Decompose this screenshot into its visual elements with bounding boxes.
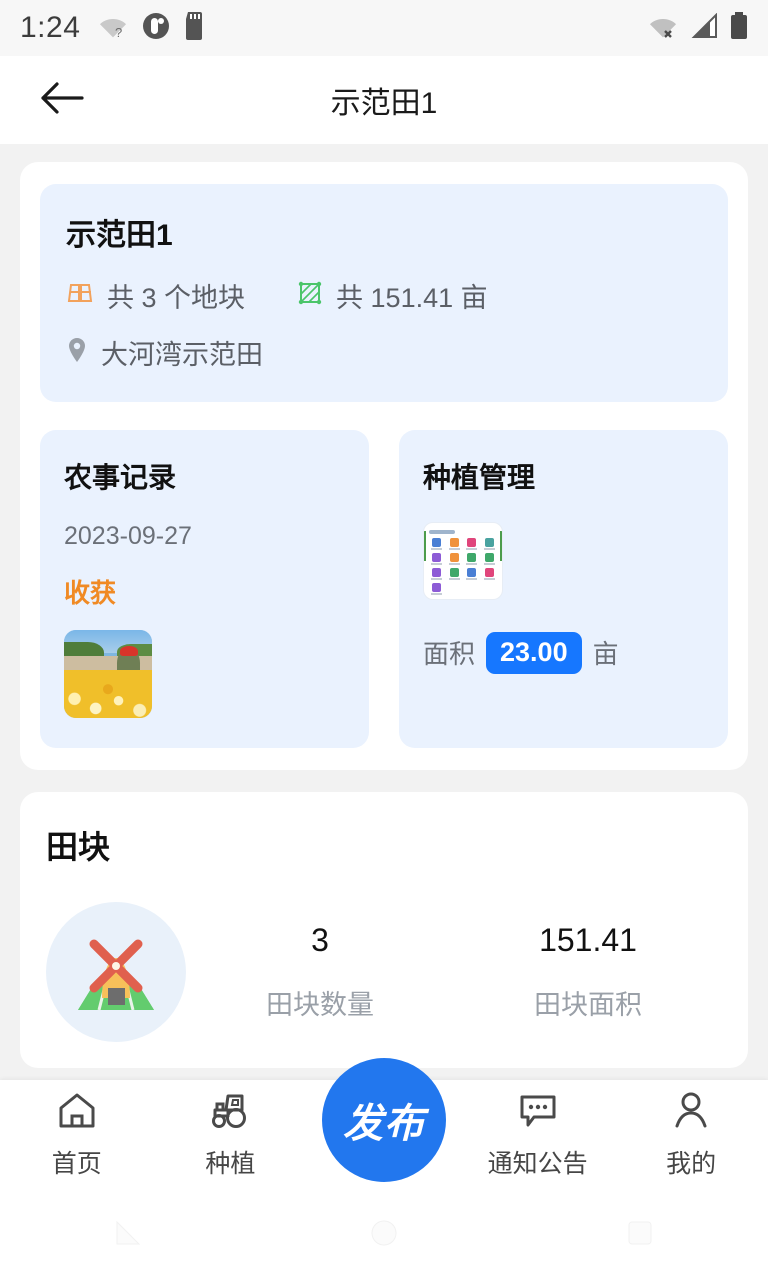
publish-fab[interactable]: 发布: [322, 1058, 446, 1182]
android-recents-icon: [623, 1216, 657, 1255]
android-recents-button[interactable]: [610, 1205, 670, 1265]
status-bar: 1:24 ?: [0, 0, 768, 56]
farm-record-activity: 收获: [64, 578, 117, 608]
nav-label-planting: 种植: [205, 1150, 256, 1178]
android-back-button[interactable]: [98, 1205, 158, 1265]
status-time: 1:24: [20, 11, 81, 44]
field-info-card[interactable]: 示范田1 共 3 个地块 共 151.41 亩 大河湾示范田: [40, 184, 728, 402]
field-section-body: 3 田块数量 151.41 田块面积: [46, 902, 722, 1042]
stat-field-count: 3 田块数量: [186, 922, 454, 1022]
status-right-icons: [648, 11, 748, 45]
area-hatch-icon: [297, 280, 323, 311]
wifi-off-icon: [648, 13, 678, 44]
android-home-button[interactable]: [354, 1205, 414, 1265]
planting-app-grid-screenshot[interactable]: [423, 522, 503, 600]
nav-item-planting[interactable]: 种植: [154, 1090, 308, 1180]
chat-bubble-icon: [516, 1090, 560, 1135]
field-name: 示范田1: [66, 219, 173, 252]
android-home-icon: [367, 1216, 401, 1255]
field-summary-row: 共 3 个地块 共 151.41 亩: [66, 276, 702, 315]
farm-record-card[interactable]: 农事记录 2023-09-27 收获: [40, 430, 369, 748]
sd-card-icon: [184, 11, 206, 45]
page-title: 示范田1: [330, 87, 438, 120]
mini-cards-row: 农事记录 2023-09-27 收获 种植管理 面积 23.00 亩: [40, 430, 728, 748]
planting-area-line: 面积 23.00 亩: [423, 632, 704, 674]
farm-record-date: 2023-09-27: [64, 522, 192, 550]
farm-record-title: 农事记录: [64, 462, 177, 493]
field-section-card: 田块 3 田块数量 151.41 田块面积: [20, 792, 748, 1068]
parcel-icon: [66, 279, 94, 312]
nav-item-notifications[interactable]: 通知公告: [461, 1090, 615, 1180]
field-section-title: 田块: [46, 829, 111, 865]
planting-management-card[interactable]: 种植管理 面积 23.00 亩: [399, 430, 728, 748]
stat-field-area: 151.41 田块面积: [454, 922, 722, 1022]
svg-text:?: ?: [115, 25, 122, 39]
plot-count-chunk: 共 3 个地块: [66, 276, 245, 315]
nav-label-profile: 我的: [666, 1150, 717, 1178]
person-icon: [671, 1090, 711, 1135]
windmill-avatar: [46, 902, 186, 1042]
plot-count-text: 共 3 个地块: [107, 283, 246, 313]
nav-item-profile[interactable]: 我的: [614, 1090, 768, 1180]
stat-value: 151.41: [539, 922, 637, 958]
stat-label: 田块数量: [266, 990, 374, 1020]
location-row: 大河湾示范田: [66, 333, 702, 372]
location-text: 大河湾示范田: [101, 340, 263, 370]
back-button[interactable]: [24, 62, 100, 138]
android-back-icon: [111, 1216, 145, 1255]
cellular-signal-icon: [690, 12, 718, 44]
nav-label-notifications: 通知公告: [487, 1150, 588, 1178]
location-pin-icon: [66, 337, 88, 368]
battery-full-icon: [730, 11, 748, 45]
app-bar: 示范田1: [0, 56, 768, 144]
nav-label-home: 首页: [51, 1150, 102, 1178]
total-area-chunk: 共 151.41 亩: [297, 276, 488, 315]
nav-item-home[interactable]: 首页: [0, 1090, 154, 1180]
planting-title: 种植管理: [423, 462, 536, 493]
tractor-icon: [206, 1090, 254, 1135]
back-arrow-icon: [38, 78, 86, 123]
android-navigation-bar: [0, 1190, 768, 1280]
home-icon: [55, 1090, 99, 1135]
stat-label: 田块面积: [534, 990, 642, 1020]
windmill-icon: [64, 918, 168, 1027]
planting-area-unit: 亩: [592, 639, 619, 670]
planting-area-label: 面积: [423, 639, 476, 670]
total-area-text: 共 151.41 亩: [336, 283, 488, 313]
status-left-icons: ?: [98, 11, 206, 45]
circle-status-icon: [142, 12, 170, 45]
planting-area-badge: 23.00: [486, 632, 582, 674]
corn-harvest-photo[interactable]: [64, 630, 152, 718]
stat-value: 3: [311, 922, 329, 958]
overview-card: 示范田1 共 3 个地块 共 151.41 亩 大河湾示范田 农事记录 2023…: [20, 162, 748, 770]
field-stats: 3 田块数量 151.41 田块面积: [186, 922, 722, 1022]
wifi-question-icon: ?: [98, 13, 128, 44]
